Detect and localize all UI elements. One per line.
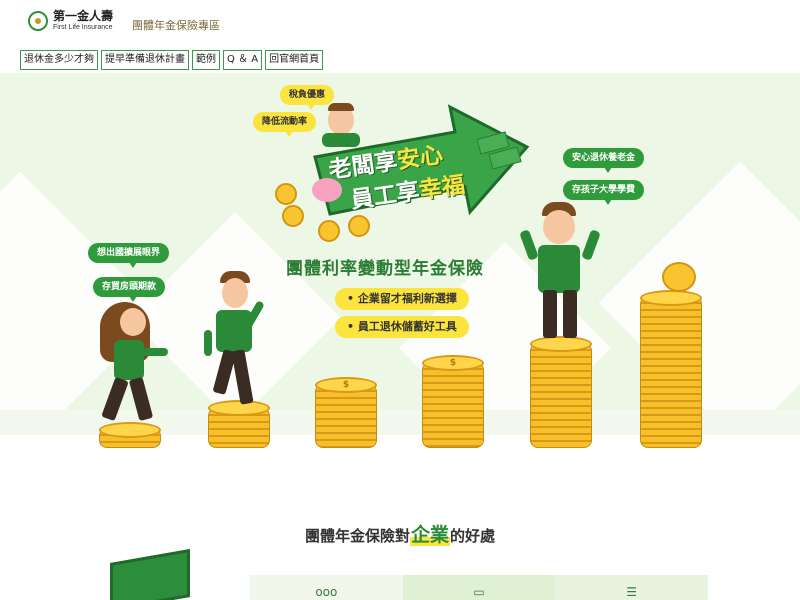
logo-chinese-name: 第一金人壽 — [53, 9, 114, 23]
coin-stack-top — [530, 336, 592, 352]
coin-symbol: $ — [449, 358, 457, 368]
nav-item-examples[interactable]: 範例 — [192, 50, 220, 70]
bubble-college-tuition: 存孩子大學學費 — [563, 180, 645, 205]
site-title: 團體年金保險專區 — [132, 19, 220, 32]
benefit-card-3[interactable]: ☰ — [555, 575, 709, 600]
nav-item-qa[interactable]: Q ＆ A — [223, 50, 263, 70]
benefits-panel: ooo ▭ ☰ — [250, 575, 709, 600]
bubble-house-down-payment: 存買房頭期款 — [93, 277, 166, 302]
coin-icon — [348, 215, 370, 237]
bubble-travel-abroad: 想出國擴展眼界 — [88, 243, 170, 268]
coin-symbol: $ — [342, 380, 350, 390]
coin-icon — [275, 183, 297, 205]
coin-stack-4 — [422, 362, 484, 448]
benefits-section-title: 團體年金保險對企業的好處 — [304, 524, 496, 546]
product-title: 團體利率變動型年金保險 — [286, 259, 484, 279]
bubble-retirement-fund: 安心退休養老金 — [563, 148, 645, 173]
chalkboard-illustration — [110, 548, 190, 600]
benefit-card-2[interactable]: ▭ — [402, 575, 556, 600]
page-header: 第一金人壽 First Life Insurance 團體年金保險專區 — [0, 0, 800, 46]
main-nav: 退休金多少才夠 提早準備退休計畫 範例 Q ＆ A 回官網首頁 — [20, 50, 324, 70]
nav-item-official-home[interactable]: 回官網首頁 — [265, 50, 324, 70]
coin-icon — [282, 205, 304, 227]
nav-item-retirement-amount[interactable]: 退休金多少才夠 — [20, 50, 98, 70]
coin-icon — [318, 220, 340, 242]
benefit-card-1[interactable]: ooo — [250, 575, 403, 600]
feature-talent-retention: • 企業留才福利新選擇 — [335, 288, 469, 310]
coin-stack-top — [640, 290, 702, 306]
coin-stack-top — [208, 400, 270, 416]
document-icon: ☰ — [626, 585, 638, 599]
wallet-icon: ▭ — [473, 585, 485, 599]
coin-stack-3 — [315, 384, 377, 448]
coin-stack-top — [99, 422, 161, 438]
nav-item-early-plan[interactable]: 提早準備退休計畫 — [101, 50, 189, 70]
coin-stack-5 — [530, 343, 592, 448]
coin-icon — [662, 262, 696, 292]
coin-stack-6 — [640, 296, 702, 448]
logo-mark-icon — [28, 10, 48, 31]
people-icon: ooo — [315, 585, 338, 599]
company-logo[interactable]: 第一金人壽 First Life Insurance — [28, 10, 113, 31]
logo-english-name: First Life Insurance — [53, 24, 113, 31]
piggy-bank-icon — [312, 178, 342, 202]
feature-retirement-saving: • 員工退休儲蓄好工具 — [335, 316, 469, 338]
